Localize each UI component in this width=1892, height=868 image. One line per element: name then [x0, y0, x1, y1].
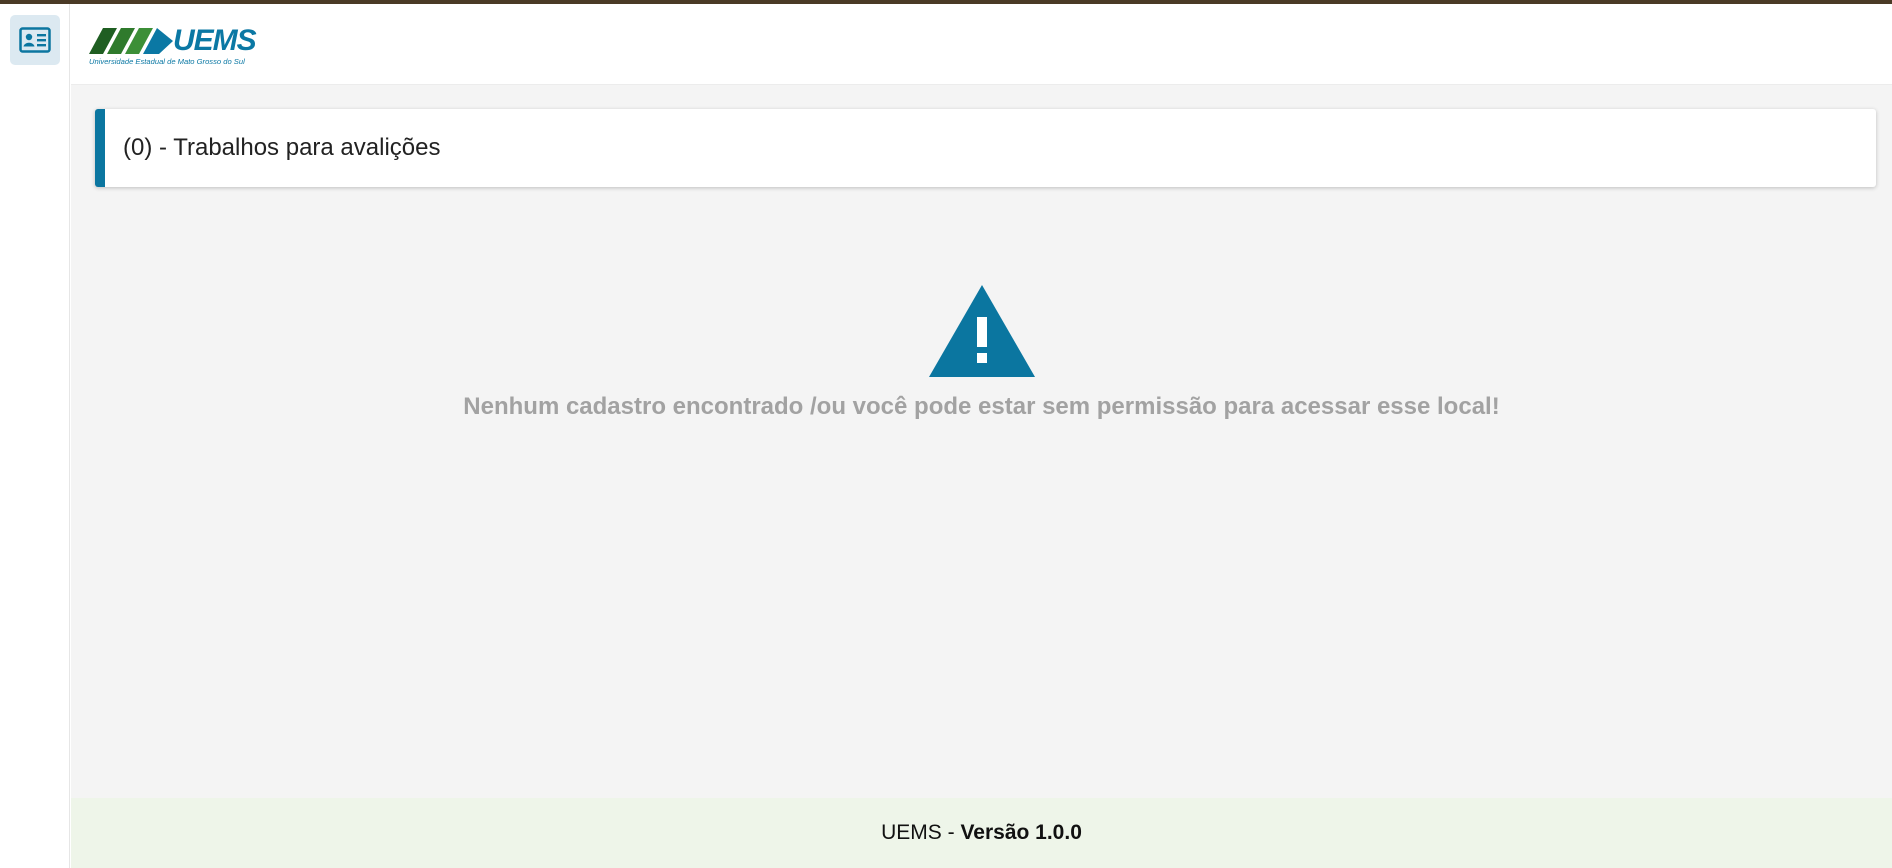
- footer-version-text: Versão 1.0.0: [960, 821, 1082, 844]
- logo-chevrons-icon: [89, 28, 173, 54]
- main-content: (0) - Trabalhos para avalições Nenhum ca…: [71, 85, 1892, 798]
- empty-state-message: Nenhum cadastro encontrado /ou você pode…: [463, 393, 1500, 420]
- footer: UEMS - Versão 1.0.0: [71, 798, 1892, 868]
- footer-version: UEMS - Versão 1.0.0: [881, 821, 1082, 845]
- page-title-card: (0) - Trabalhos para avalições: [95, 109, 1876, 187]
- empty-state: Nenhum cadastro encontrado /ou você pode…: [71, 285, 1892, 421]
- logo-wordmark: UEMS: [173, 24, 257, 57]
- footer-separator: -: [941, 821, 961, 844]
- uems-logo[interactable]: UEMS Universidade Estadual de Mato Gross…: [89, 24, 257, 70]
- sidebar-menu-button[interactable]: [10, 15, 60, 65]
- footer-app-name: UEMS: [881, 821, 942, 844]
- id-card-icon: [19, 27, 51, 53]
- logo-subtitle: Universidade Estadual de Mato Grosso do …: [89, 57, 245, 66]
- page-title: (0) - Trabalhos para avalições: [123, 134, 441, 161]
- sidebar: [0, 4, 70, 868]
- warning-icon: [928, 285, 1035, 377]
- top-header: UEMS Universidade Estadual de Mato Gross…: [71, 4, 1892, 85]
